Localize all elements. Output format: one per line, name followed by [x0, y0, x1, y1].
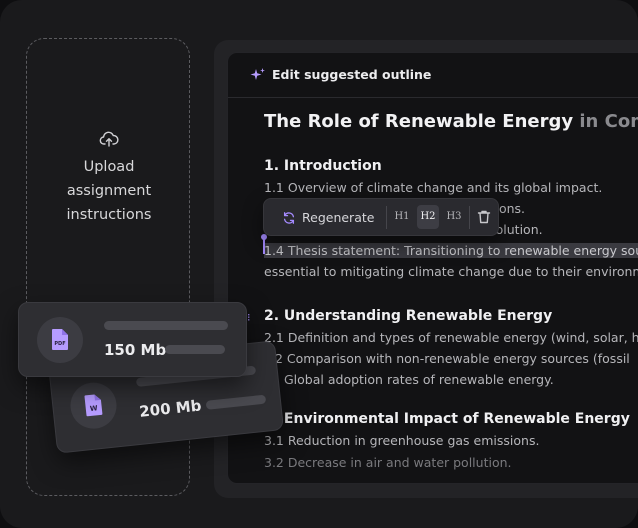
- word-file-icon: W: [84, 394, 103, 417]
- file-type-label: W: [90, 404, 99, 413]
- outline-line[interactable]: Global adoption rates of renewable energ…: [284, 372, 554, 387]
- document-title-faded: in Combat: [579, 111, 638, 132]
- upload-line-2: assignment: [66, 183, 152, 199]
- outline-line-selected[interactable]: 1.4 Thesis statement: Transitioning to r…: [264, 243, 638, 258]
- outline-line[interactable]: 1.1 Overview of climate change and its g…: [264, 180, 602, 195]
- drag-handle-icon[interactable]: ⁝: [247, 311, 251, 324]
- format-toolbar: Regenerate H1 H2 H3: [263, 198, 499, 236]
- file-name-placeholder: [104, 321, 228, 330]
- upload-line-3: instructions: [66, 207, 152, 223]
- regenerate-label: Regenerate: [302, 210, 375, 225]
- text-cursor: [263, 237, 265, 254]
- heading-2-button[interactable]: H2: [417, 205, 439, 229]
- document-title[interactable]: The Role of Renewable Energy in Combat: [264, 111, 638, 132]
- outline-line[interactable]: 2 Comparison with non-renewable energy s…: [275, 351, 630, 366]
- file-meta-placeholder: [165, 345, 225, 354]
- pdf-file-icon: PDF: [52, 329, 68, 350]
- outline-line[interactable]: 3.2 Decrease in air and water pollution.: [264, 455, 512, 470]
- file-card-pdf[interactable]: PDF 150 Mb: [18, 302, 247, 377]
- document-title-text: The Role of Renewable Energy: [264, 111, 580, 132]
- regenerate-button[interactable]: Regenerate: [272, 203, 386, 232]
- trash-icon[interactable]: [476, 209, 492, 225]
- file-meta-placeholder: [205, 394, 267, 410]
- sparkle-icon: [250, 68, 265, 80]
- upload-instructions: Upload assignment instructions: [27, 155, 191, 227]
- section-heading[interactable]: 1. Introduction: [264, 158, 382, 174]
- app-frame: Upload assignment instructions Edit sugg…: [0, 0, 638, 528]
- upload-line-1: Upload: [83, 159, 135, 175]
- file-size: 150 Mb: [104, 341, 167, 359]
- file-type-label: PDF: [54, 341, 65, 347]
- outline-editor: Edit suggested outline The Role of Renew…: [227, 52, 638, 484]
- section-heading[interactable]: 2. Understanding Renewable Energy: [264, 308, 552, 324]
- outline-line[interactable]: essential to mitigating climate change d…: [264, 264, 638, 279]
- file-size: 200 Mb: [138, 396, 203, 421]
- editor-header: Edit suggested outline: [228, 53, 638, 98]
- toolbar-divider: [386, 206, 387, 229]
- heading-1-button[interactable]: H1: [391, 205, 413, 229]
- cloud-upload-icon: [99, 131, 119, 147]
- editor-title: Edit suggested outline: [272, 67, 432, 82]
- outline-line[interactable]: 3.1 Reduction in greenhouse gas emission…: [264, 433, 539, 448]
- file-icon-badge: PDF: [37, 317, 83, 363]
- refresh-icon: [283, 212, 295, 224]
- file-icon-badge: W: [68, 380, 119, 431]
- toolbar-divider: [469, 206, 470, 229]
- heading-3-button[interactable]: H3: [443, 205, 465, 229]
- outline-line[interactable]: 2.1 Definition and types of renewable en…: [264, 330, 638, 345]
- section-heading[interactable]: 3. Environmental Impact of Renewable Ene…: [264, 411, 630, 427]
